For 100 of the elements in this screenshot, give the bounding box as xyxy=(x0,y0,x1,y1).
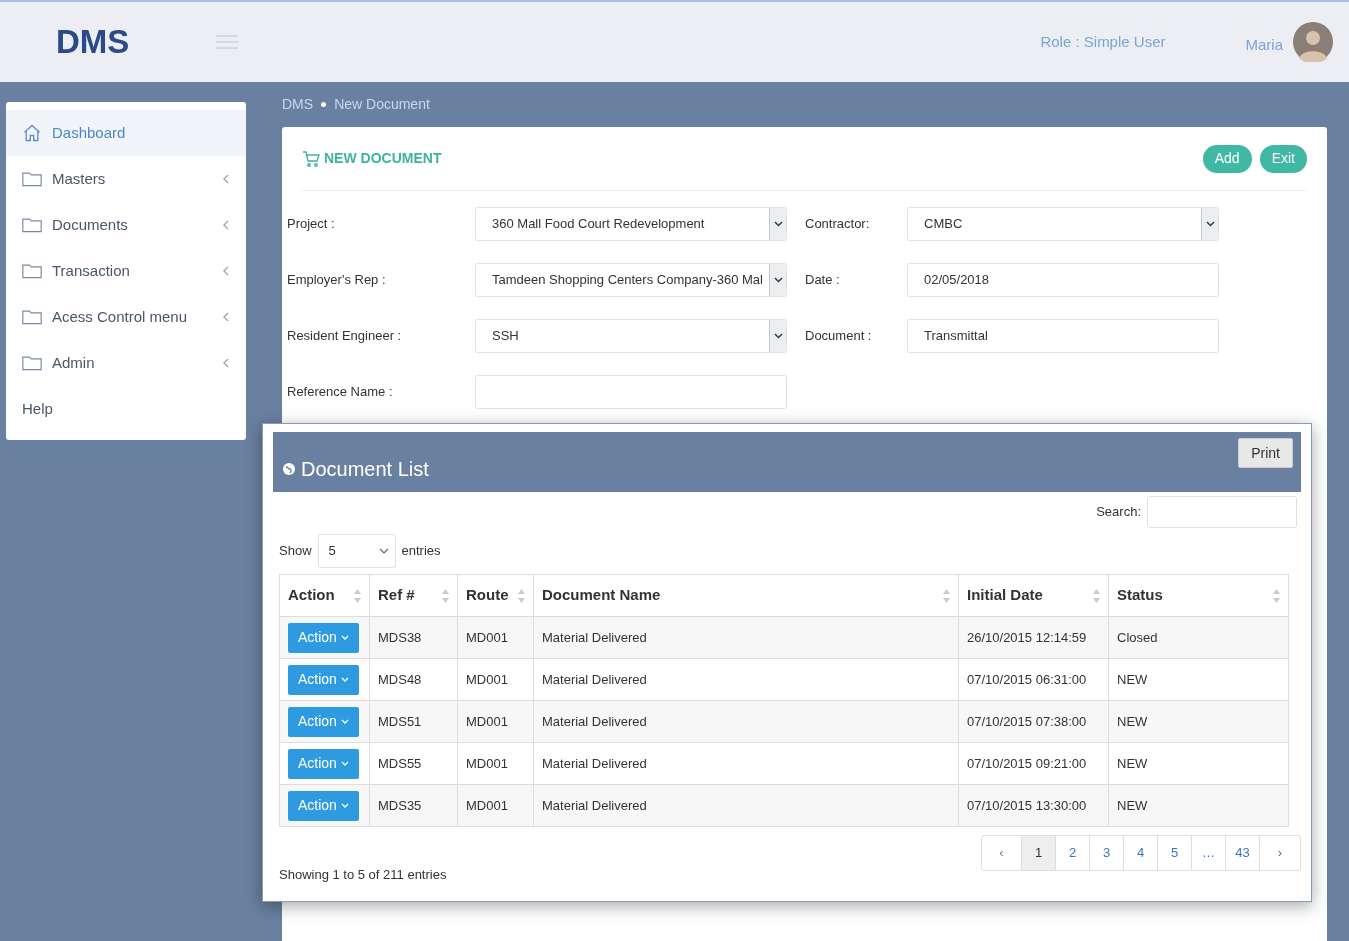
table-cell: 07/10/2015 13:30:00 xyxy=(958,784,1109,827)
sidebar-item[interactable]: Help xyxy=(6,386,246,432)
folder-icon xyxy=(22,309,42,325)
app-logo: DMS xyxy=(56,22,131,63)
print-button[interactable]: Print xyxy=(1238,438,1293,468)
table-info: Showing 1 to 5 of 211 entries xyxy=(279,866,447,884)
folder-icon xyxy=(22,217,42,233)
field-label: Project : xyxy=(287,215,336,234)
sort-icon[interactable] xyxy=(518,588,525,603)
table-cell: NEW xyxy=(1108,700,1289,743)
sidebar-item[interactable]: Transaction xyxy=(6,248,246,294)
table-cell: 07/10/2015 09:21:00 xyxy=(958,742,1109,785)
chevron-down-icon xyxy=(340,803,349,808)
sort-icon[interactable] xyxy=(943,588,950,603)
select-field[interactable]: CMBC xyxy=(907,207,1219,241)
table-cell: Material Delivered xyxy=(533,658,959,701)
caret-icon xyxy=(1205,221,1215,227)
sort-icon[interactable] xyxy=(354,588,361,603)
page-link[interactable]: 1 xyxy=(1022,836,1056,870)
input-field[interactable]: 02/05/2018 xyxy=(907,263,1219,297)
caret-icon xyxy=(773,333,783,339)
table-cell: MD001 xyxy=(457,700,534,743)
sort-icon[interactable] xyxy=(1273,588,1280,603)
table-cell: Closed xyxy=(1108,616,1289,659)
sort-icon[interactable] xyxy=(442,588,449,603)
field-label: Date : xyxy=(805,271,841,290)
table-cell: 07/10/2015 06:31:00 xyxy=(958,658,1109,701)
table-cell: 26/10/2015 12:14:59 xyxy=(958,616,1109,659)
table-cell: MDS48 xyxy=(369,658,458,701)
search-label: Search: xyxy=(1096,503,1141,522)
page-next[interactable]: › xyxy=(1260,836,1300,870)
table-cell: MD001 xyxy=(457,616,534,659)
sort-icon[interactable] xyxy=(1093,588,1100,603)
table-cell: MD001 xyxy=(457,784,534,827)
sidebar-item[interactable]: Documents xyxy=(6,202,246,248)
caret-icon xyxy=(378,548,389,554)
caret-icon xyxy=(773,221,783,227)
chevron-down-icon xyxy=(340,677,349,682)
chevron-icon xyxy=(222,174,230,184)
column-header[interactable]: Ref # xyxy=(369,574,458,617)
table-cell: NEW xyxy=(1108,784,1289,827)
sidebar-item[interactable]: Dashboard xyxy=(6,110,246,156)
role-label: Role : Simple User xyxy=(1040,31,1166,52)
table-cell: Material Delivered xyxy=(533,700,959,743)
chevron-icon xyxy=(222,266,230,276)
chevron-down-icon xyxy=(340,761,349,766)
table-cell: MD001 xyxy=(457,742,534,785)
table-cell: MDS51 xyxy=(369,700,458,743)
page-link[interactable]: 43 xyxy=(1226,836,1260,870)
cart-icon xyxy=(302,150,320,167)
home-icon xyxy=(22,123,42,143)
select-field[interactable]: SSH xyxy=(475,319,787,353)
input-field[interactable]: Transmittal xyxy=(907,319,1219,353)
caret-icon xyxy=(773,277,783,283)
select-field[interactable]: Tamdeen Shopping Centers Company-360 Mal xyxy=(475,263,787,297)
column-header[interactable]: Initial Date xyxy=(958,574,1109,617)
column-header[interactable]: Route xyxy=(457,574,534,617)
field-label: Resident Engineer : xyxy=(287,327,403,346)
field-label: Employer's Rep : xyxy=(287,271,387,290)
sidebar-item[interactable]: Masters xyxy=(6,156,246,202)
panel-title: Document List xyxy=(301,457,429,482)
chevron-down-icon xyxy=(340,635,349,640)
select-field[interactable]: 360 Mall Food Court Redevelopment xyxy=(475,207,787,241)
chevron-icon xyxy=(222,312,230,322)
field-label: Contractor: xyxy=(805,215,871,234)
show-label: Show xyxy=(279,542,312,561)
table-cell: Material Delivered xyxy=(533,616,959,659)
sidebar-item[interactable]: Admin xyxy=(6,340,246,386)
avatar-icon[interactable] xyxy=(1293,22,1333,62)
chevron-down-icon xyxy=(340,719,349,724)
input-field[interactable] xyxy=(475,375,787,409)
table-cell: MDS38 xyxy=(369,616,458,659)
table-cell: Material Delivered xyxy=(533,784,959,827)
column-header[interactable]: Document Name xyxy=(533,574,959,617)
table-cell: 07/10/2015 07:38:00 xyxy=(958,700,1109,743)
column-header[interactable]: Status xyxy=(1108,574,1289,617)
page-link[interactable]: 4 xyxy=(1124,836,1158,870)
entries-label: entries xyxy=(401,542,441,561)
chevron-icon xyxy=(222,220,230,230)
table-cell: MD001 xyxy=(457,658,534,701)
page-link[interactable]: 2 xyxy=(1056,836,1090,870)
table-cell: MDS35 xyxy=(369,784,458,827)
form-title: NEW DOCUMENT xyxy=(324,149,442,168)
menu-icon[interactable] xyxy=(216,34,238,50)
table-cell: NEW xyxy=(1108,658,1289,701)
page-link[interactable]: 5 xyxy=(1158,836,1192,870)
sidebar-item[interactable]: Acess Control menu xyxy=(6,294,246,340)
page-length-select[interactable]: 5 xyxy=(317,534,396,568)
search-field[interactable] xyxy=(1147,496,1297,528)
table-cell: NEW xyxy=(1108,742,1289,785)
column-header[interactable]: Action xyxy=(279,574,370,617)
field-label: Reference Name : xyxy=(287,383,394,402)
bullet-icon xyxy=(321,102,327,107)
breadcrumb-current: New Document xyxy=(334,95,430,114)
field-label: Document : xyxy=(805,327,873,346)
chevron-icon xyxy=(222,358,230,368)
page-link[interactable]: 3 xyxy=(1090,836,1124,870)
page-link[interactable]: … xyxy=(1192,836,1226,870)
table-cell: Material Delivered xyxy=(533,742,959,785)
folder-icon xyxy=(22,171,42,187)
